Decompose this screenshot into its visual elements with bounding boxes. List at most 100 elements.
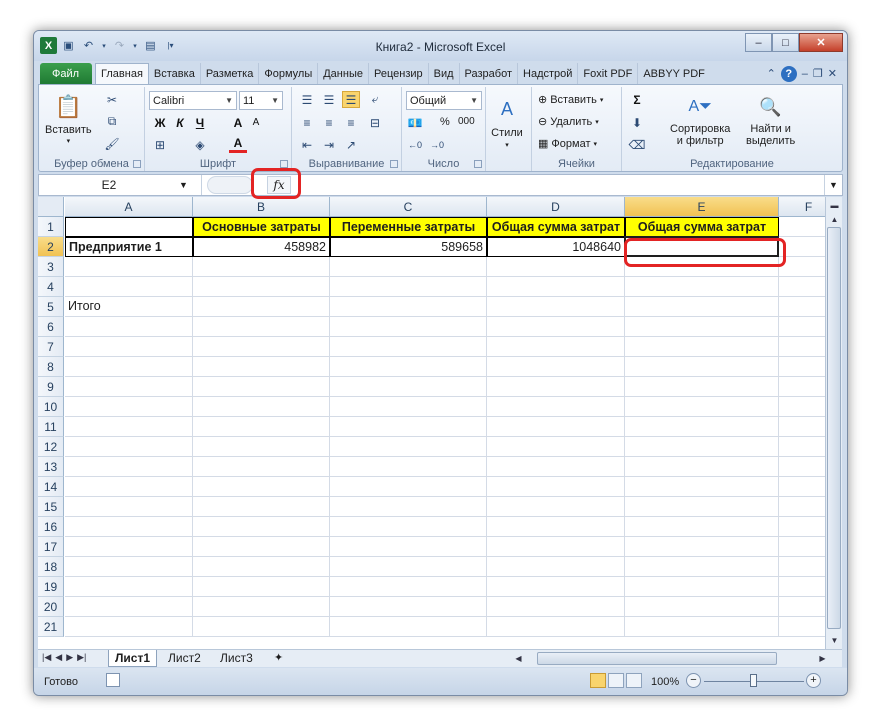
cell-e14[interactable] [625,477,779,497]
cell-d3[interactable] [487,257,625,277]
cell-b5[interactable] [193,297,330,317]
tab-review[interactable]: Рецензир [369,63,429,84]
zoom-out-icon[interactable]: − [686,673,701,688]
cell-b19[interactable] [193,577,330,597]
cell-c16[interactable] [330,517,487,537]
row-header-19[interactable]: 19 [38,577,64,597]
cell-e1[interactable]: Общая сумма затрат [625,217,779,237]
row-header-14[interactable]: 14 [38,477,64,497]
fill-color-icon[interactable]: ◈ [191,136,209,153]
row-header-1[interactable]: 1 [38,217,64,237]
cell-b3[interactable] [193,257,330,277]
cell-d13[interactable] [487,457,625,477]
align-middle-icon[interactable]: ☰ [320,91,338,108]
cell-a19[interactable] [65,577,193,597]
cell-c9[interactable] [330,377,487,397]
cell-c11[interactable] [330,417,487,437]
cell-f12[interactable] [779,437,825,457]
tab-page-layout[interactable]: Разметка [201,63,260,84]
cell-d15[interactable] [487,497,625,517]
row-header-4[interactable]: 4 [38,277,64,297]
column-header-e[interactable]: E [625,197,779,217]
doc-restore-icon[interactable]: ❐ [813,67,823,80]
cell-c21[interactable] [330,617,487,637]
cell-d16[interactable] [487,517,625,537]
horizontal-scroll-thumb[interactable] [537,652,777,665]
cut-icon[interactable]: ✂ [103,91,121,108]
cell-f16[interactable] [779,517,825,537]
cell-f4[interactable] [779,277,825,297]
fill-icon[interactable]: ⬇ [628,114,646,131]
cell-c13[interactable] [330,457,487,477]
align-center-icon[interactable]: ≡ [320,114,338,131]
cell-c1[interactable]: Переменные затраты [330,217,487,237]
format-painter-icon[interactable]: 🖌 [103,135,121,152]
cell-a7[interactable] [65,337,193,357]
sheet-tab-3[interactable]: Лист3 [214,650,259,667]
row-header-20[interactable]: 20 [38,597,64,617]
cell-a6[interactable] [65,317,193,337]
cell-b18[interactable] [193,557,330,577]
styles-button[interactable]: A Стили ▾ [491,93,523,149]
normal-view-icon[interactable] [590,673,606,688]
cell-a16[interactable] [65,517,193,537]
clipboard-launcher-icon[interactable] [133,160,141,168]
font-launcher-icon[interactable] [280,160,288,168]
cell-d21[interactable] [487,617,625,637]
cell-c10[interactable] [330,397,487,417]
cell-d14[interactable] [487,477,625,497]
scroll-up-icon[interactable]: ▲ [827,212,842,226]
cell-a17[interactable] [65,537,193,557]
cell-d18[interactable] [487,557,625,577]
cell-b12[interactable] [193,437,330,457]
first-sheet-icon[interactable]: |◀ [42,652,51,663]
cell-b11[interactable] [193,417,330,437]
italic-button[interactable]: К [171,114,189,131]
tab-addins[interactable]: Надстрой [518,63,578,84]
row-header-11[interactable]: 11 [38,417,64,437]
cell-e20[interactable] [625,597,779,617]
row-header-5[interactable]: 5 [38,297,64,317]
clear-icon[interactable]: ⌫ [628,136,646,153]
column-header-f[interactable]: F [779,197,825,217]
cell-b17[interactable] [193,537,330,557]
row-header-16[interactable]: 16 [38,517,64,537]
cell-b2[interactable]: 458982 [193,237,330,257]
find-select-button[interactable]: 🔍 Найти и выделить [746,91,795,147]
tab-developer[interactable]: Разработ [460,63,518,84]
cell-a4[interactable] [65,277,193,297]
doc-minimize-icon[interactable]: – [802,68,808,80]
cell-c14[interactable] [330,477,487,497]
collapse-ribbon-icon[interactable]: ⌃ [767,67,776,80]
cell-b13[interactable] [193,457,330,477]
scroll-left-icon[interactable]: ◀ [511,651,526,665]
cell-e19[interactable] [625,577,779,597]
cell-b20[interactable] [193,597,330,617]
maximize-button[interactable]: □ [772,33,799,52]
minimize-button[interactable]: – [745,33,772,52]
cell-d1[interactable]: Общая сумма затрат [487,217,625,237]
column-header-a[interactable]: A [65,197,193,217]
cell-c15[interactable] [330,497,487,517]
cell-f20[interactable] [779,597,825,617]
vertical-scrollbar[interactable]: ▬ ▲ ▼ [825,197,842,649]
row-header-13[interactable]: 13 [38,457,64,477]
cell-d2[interactable]: 1048640 [487,237,625,257]
cell-f17[interactable] [779,537,825,557]
borders-icon[interactable]: ⊞ [151,136,169,153]
cell-e12[interactable] [625,437,779,457]
cell-c18[interactable] [330,557,487,577]
page-layout-view-icon[interactable] [608,673,624,688]
cell-a10[interactable] [65,397,193,417]
increase-indent-icon[interactable]: ⇥ [320,136,338,153]
next-sheet-icon[interactable]: ▶ [66,652,73,663]
cell-e9[interactable] [625,377,779,397]
row-header-6[interactable]: 6 [38,317,64,337]
last-sheet-icon[interactable]: ▶| [77,652,86,663]
tab-data[interactable]: Данные [318,63,369,84]
doc-close-icon[interactable]: ✕ [828,67,837,80]
cell-b16[interactable] [193,517,330,537]
row-header-3[interactable]: 3 [38,257,64,277]
cell-b21[interactable] [193,617,330,637]
cell-a9[interactable] [65,377,193,397]
